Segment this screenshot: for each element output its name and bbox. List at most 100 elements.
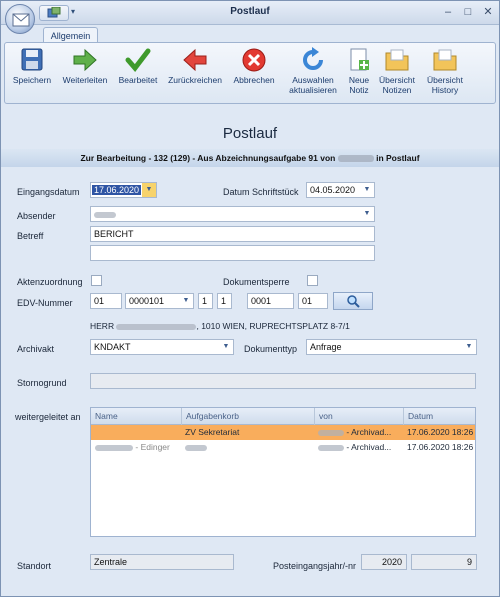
column-header-name[interactable]: Name (91, 408, 181, 425)
posteingang-nr-field[interactable]: 9 (411, 554, 477, 570)
column-header-datum[interactable]: Datum (403, 408, 477, 425)
eingangsdatum-field[interactable]: 17.06.2020 ▼ (90, 182, 157, 198)
absender-field[interactable]: ▼ (90, 206, 375, 222)
checkmark-icon (125, 48, 151, 72)
search-icon (347, 295, 360, 308)
folder-notes-icon (385, 49, 409, 71)
refresh-label-2: aktualisieren (289, 85, 337, 95)
redacted-name (337, 155, 374, 163)
cell-von-text: - Archivad... (346, 442, 392, 452)
archivakt-field[interactable]: KNDAKT ▼ (90, 339, 234, 355)
subtitle-part2: in Postlauf (376, 153, 420, 163)
new-note-button[interactable]: Neue Notiz (343, 47, 375, 95)
betreff-label: Betreff (17, 231, 44, 241)
dokumentsperre-label: Dokumentsperre (223, 277, 290, 287)
absender-label: Absender (17, 211, 56, 221)
app-menu-button[interactable] (5, 4, 35, 34)
stornogrund-label: Stornogrund (17, 378, 67, 388)
new-note-label-1: Neue (348, 75, 370, 85)
overview-history-label-2: History (431, 85, 459, 95)
cell-datum: 17.06.2020 18:26 (407, 442, 474, 452)
edv-field-2[interactable]: 0000101 ▼ (125, 293, 194, 309)
address-line: HERR , 1010 WIEN, RUPRECHTSPLATZ 8-7/1 (90, 321, 350, 331)
chevron-down-icon[interactable]: ▼ (219, 340, 233, 354)
edv-value-4: 1 (221, 296, 227, 306)
standort-field[interactable]: Zentrale (90, 554, 234, 570)
chevron-down-icon[interactable]: ▼ (360, 207, 374, 221)
edv-field-5[interactable]: 0001 (247, 293, 294, 309)
forward-button[interactable]: Weiterleiten (59, 47, 111, 85)
column-header-von[interactable]: von (314, 408, 403, 425)
datum-schriftstueck-field[interactable]: 04.05.2020 ▼ (306, 182, 375, 198)
refresh-label-1: Auswahlen (292, 75, 334, 85)
back-arrow-icon (183, 48, 207, 72)
dokumentsperre-checkbox[interactable] (307, 275, 318, 286)
cancel-label: Abbrechen (233, 75, 275, 85)
edv-value-5: 0001 (251, 296, 272, 306)
maximize-icon[interactable]: □ (461, 5, 475, 19)
posteingang-jahr-value: 2020 (381, 557, 402, 567)
return-button[interactable]: Zurückreichen (165, 47, 225, 85)
overview-notes-button[interactable]: Übersicht Notizen (375, 47, 419, 95)
forwarding-table[interactable]: Name Aufgabenkorb von Datum ZV Sekretari… (90, 407, 476, 537)
cell-name: - Edinger (91, 440, 181, 455)
column-header-aufgabenkorb[interactable]: Aufgabenkorb (181, 408, 314, 425)
posteingang-jahr-field[interactable]: 2020 (361, 554, 407, 570)
save-label: Speichern (12, 75, 52, 85)
eingangsdatum-label: Eingangsdatum (17, 187, 80, 197)
betreff-field[interactable]: BERICHT (90, 226, 375, 242)
stornogrund-field[interactable] (90, 373, 476, 389)
edv-value-6: 01 (302, 296, 313, 306)
edv-search-button[interactable] (333, 292, 373, 310)
refresh-icon (303, 47, 323, 70)
new-note-label-2: Notiz (349, 85, 369, 95)
quick-access-toolbar[interactable] (39, 5, 69, 21)
edv-field-3[interactable]: 1 (198, 293, 213, 309)
edv-label: EDV-Nummer (17, 298, 73, 308)
standort-value: Zentrale (94, 557, 128, 567)
edv-field-4[interactable]: 1 (217, 293, 232, 309)
redacted-von (318, 444, 344, 451)
table-header: Name Aufgabenkorb von Datum (91, 408, 475, 425)
overview-history-button[interactable]: Übersicht History (423, 47, 467, 95)
redacted-address-name (116, 323, 197, 330)
qat-dropdown-icon[interactable]: ▾ (71, 7, 75, 16)
eingangsdatum-value: 17.06.2020 (92, 185, 142, 195)
cell-datum: 17.06.2020 18:26 (407, 427, 474, 437)
ribbon: Speichern Weiterleiten Bearbeitet Zurück… (4, 42, 496, 104)
posteingang-label: Posteingangsjahr/-nr (273, 561, 357, 571)
close-icon[interactable]: ✕ (481, 5, 495, 19)
betreff-field-2[interactable] (90, 245, 375, 261)
aktenzuordnung-checkbox[interactable] (91, 275, 102, 286)
done-button[interactable]: Bearbeitet (115, 47, 161, 85)
postlauf-window: Postlauf ▾ – □ ✕ Allgemein Speichern Wei… (0, 0, 500, 597)
datum-schriftstueck-label: Datum Schriftstück (223, 187, 299, 197)
page-title: Postlauf (222, 125, 278, 142)
dokumenttyp-field[interactable]: Anfrage ▼ (306, 339, 477, 355)
table-row[interactable]: - Edinger - Archivad... 17.06.2020 18:26 (91, 440, 475, 455)
save-link-icon[interactable] (47, 7, 61, 19)
forward-label: Weiterleiten (62, 75, 108, 85)
edv-value-3: 1 (202, 296, 208, 306)
redacted-korb (185, 444, 207, 451)
edv-value-1: 01 (94, 296, 105, 306)
minimize-icon[interactable]: – (441, 5, 455, 19)
chevron-down-icon[interactable]: ▼ (142, 183, 156, 197)
cancel-icon (242, 48, 266, 72)
chevron-down-icon[interactable]: ▼ (462, 340, 476, 354)
edv-field-6[interactable]: 01 (298, 293, 328, 309)
cancel-button[interactable]: Abbrechen (230, 47, 278, 85)
table-row[interactable]: ZV Sekretariat - Archivad... 17.06.2020 … (91, 425, 475, 440)
refresh-selections-button[interactable]: Auswahlen aktualisieren (283, 47, 343, 95)
cell-von: - Archivad... (314, 440, 403, 455)
cell-von-text: - Archivad... (346, 427, 392, 437)
window-title: Postlauf (230, 6, 270, 17)
envelope-icon (12, 13, 30, 27)
title-bar: Postlauf ▾ – □ ✕ (1, 1, 499, 25)
chevron-down-icon[interactable]: ▼ (179, 294, 193, 308)
chevron-down-icon[interactable]: ▼ (360, 183, 374, 197)
aktenzuordnung-label: Aktenzuordnung (17, 277, 83, 287)
edv-field-1[interactable]: 01 (90, 293, 122, 309)
betreff-value: BERICHT (94, 229, 134, 239)
save-button[interactable]: Speichern (9, 47, 55, 85)
